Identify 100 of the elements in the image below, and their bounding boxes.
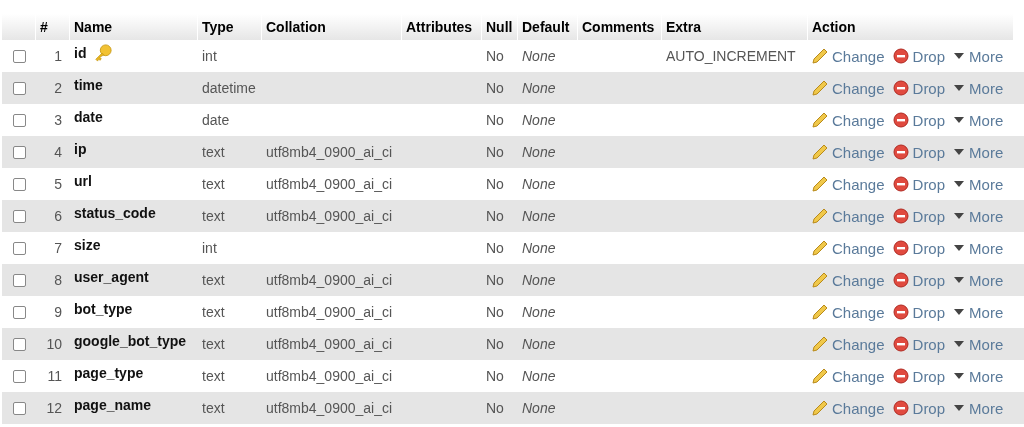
row-checkbox[interactable] <box>12 113 26 127</box>
more-link[interactable]: More <box>953 399 1004 417</box>
change-link[interactable]: Change <box>812 79 885 97</box>
column-name: page_type <box>74 365 144 381</box>
pencil-icon <box>812 48 828 64</box>
pencil-icon <box>812 400 828 416</box>
drop-link[interactable]: Drop <box>892 271 946 289</box>
row-checkbox[interactable] <box>12 209 26 223</box>
change-link[interactable]: Change <box>812 399 885 417</box>
row-checkbox[interactable] <box>12 369 26 383</box>
more-link[interactable]: More <box>953 335 1004 353</box>
more-link[interactable]: More <box>953 367 1004 385</box>
change-link[interactable]: Change <box>812 111 885 129</box>
row-checkbox[interactable] <box>12 81 26 95</box>
default-text: None <box>522 48 556 64</box>
drop-link[interactable]: Drop <box>892 143 946 161</box>
row-checkbox[interactable] <box>12 305 26 319</box>
row-checkbox[interactable] <box>12 241 26 255</box>
pencil-icon <box>812 272 828 288</box>
null-text: No <box>486 144 504 160</box>
drop-link[interactable]: Drop <box>892 239 946 257</box>
more-link[interactable]: More <box>953 143 1004 161</box>
column-name: size <box>74 237 101 253</box>
default-text: None <box>522 176 556 192</box>
null-text: No <box>486 80 504 96</box>
column-name: status_code <box>74 205 156 221</box>
minus-circle-icon <box>892 48 909 64</box>
change-link[interactable]: Change <box>812 175 885 193</box>
drop-link[interactable]: Drop <box>892 175 946 193</box>
more-link[interactable]: More <box>953 175 1004 193</box>
change-link[interactable]: Change <box>812 47 885 65</box>
row-number: 6 <box>54 208 62 224</box>
drop-link[interactable]: Drop <box>892 303 946 321</box>
change-link[interactable]: Change <box>812 271 885 289</box>
change-link[interactable]: Change <box>812 143 885 161</box>
more-link[interactable]: More <box>953 207 1004 225</box>
minus-circle-icon <box>892 368 909 384</box>
default-text: None <box>522 208 556 224</box>
minus-circle-icon <box>892 112 909 128</box>
column-name: url <box>74 173 92 189</box>
pencil-icon <box>812 240 828 256</box>
drop-link[interactable]: Drop <box>892 47 946 65</box>
column-name: ip <box>74 141 87 157</box>
minus-circle-icon <box>892 272 909 288</box>
null-text: No <box>486 208 504 224</box>
column-name: id <box>74 45 87 61</box>
more-link[interactable]: More <box>953 239 1004 257</box>
minus-circle-icon <box>892 400 909 416</box>
row-number: 3 <box>54 112 62 128</box>
change-link[interactable]: Change <box>812 207 885 225</box>
type-text: text <box>202 368 225 384</box>
change-link[interactable]: Change <box>812 303 885 321</box>
drop-link[interactable]: Drop <box>892 399 946 417</box>
column-name: date <box>74 109 103 125</box>
column-header: Extra <box>662 14 808 40</box>
default-text: None <box>522 368 556 384</box>
column-name: time <box>74 77 103 93</box>
row-checkbox[interactable] <box>12 49 26 63</box>
default-text: None <box>522 112 556 128</box>
null-text: No <box>486 304 504 320</box>
minus-circle-icon <box>892 80 909 96</box>
row-number: 4 <box>54 144 62 160</box>
minus-circle-icon <box>892 144 909 160</box>
type-text: text <box>202 208 225 224</box>
drop-link[interactable]: Drop <box>892 111 946 129</box>
drop-link[interactable]: Drop <box>892 367 946 385</box>
column-header: Type <box>198 14 262 40</box>
drop-link[interactable]: Drop <box>892 335 946 353</box>
default-text: None <box>522 80 556 96</box>
collation-text: utf8mb4_0900_ai_ci <box>266 336 393 352</box>
column-header: Default <box>518 14 578 40</box>
row-checkbox[interactable] <box>12 273 26 287</box>
more-link[interactable]: More <box>953 271 1004 289</box>
column-name: user_agent <box>74 269 149 285</box>
more-link[interactable]: More <box>953 47 1004 65</box>
default-text: None <box>522 240 556 256</box>
more-link[interactable]: More <box>953 111 1004 129</box>
type-text: text <box>202 144 225 160</box>
drop-link[interactable]: Drop <box>892 79 946 97</box>
row-checkbox[interactable] <box>12 401 26 415</box>
row-checkbox[interactable] <box>12 177 26 191</box>
column-name: bot_type <box>74 301 133 317</box>
pencil-icon <box>812 368 828 384</box>
more-link[interactable]: More <box>953 303 1004 321</box>
change-link[interactable]: Change <box>812 367 885 385</box>
pencil-icon <box>812 336 828 352</box>
change-link[interactable]: Change <box>812 335 885 353</box>
drop-link[interactable]: Drop <box>892 207 946 225</box>
minus-circle-icon <box>892 304 909 320</box>
more-link[interactable]: More <box>953 79 1004 97</box>
minus-circle-icon <box>892 208 909 224</box>
change-link[interactable]: Change <box>812 239 885 257</box>
row-number: 1 <box>54 48 62 64</box>
type-text: text <box>202 336 225 352</box>
pencil-icon <box>812 208 828 224</box>
row-checkbox[interactable] <box>12 145 26 159</box>
row-checkbox[interactable] <box>12 337 26 351</box>
pencil-icon <box>812 144 828 160</box>
type-text: int <box>202 240 217 256</box>
type-text: text <box>202 304 225 320</box>
